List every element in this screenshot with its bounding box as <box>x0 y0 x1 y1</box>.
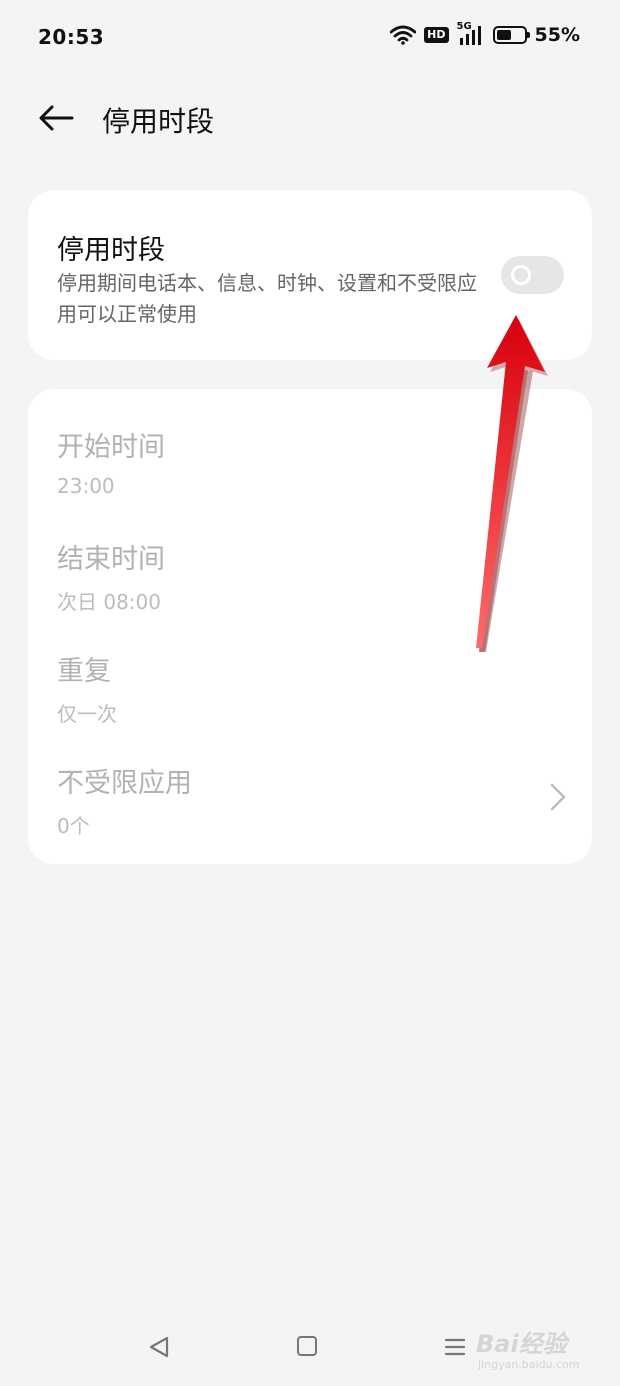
setting-repeat[interactable]: 重复 仅一次 <box>57 649 577 727</box>
setting-label: 重复 <box>57 656 111 687</box>
arrow-left-icon[interactable] <box>36 100 76 136</box>
navigation-bar: Bai经验 jingyan.baidu.com <box>0 1310 620 1386</box>
page-title: 停用时段 <box>102 105 215 138</box>
baidu-watermark-url: jingyan.baidu.com <box>478 1358 580 1371</box>
downtime-toggle-card: 停用时段 停用期间电话本、信息、时钟、设置和不受限应用可以正常使用 <box>28 190 592 360</box>
setting-value: 23:00 <box>57 474 115 498</box>
setting-label: 不受限应用 <box>57 768 192 799</box>
downtime-title: 停用时段 <box>57 235 165 266</box>
setting-label: 结束时间 <box>57 544 165 575</box>
page-header: 停用时段 <box>0 88 620 148</box>
nav-back-icon[interactable] <box>148 1336 170 1358</box>
downtime-description: 停用期间电话本、信息、时钟、设置和不受限应用可以正常使用 <box>57 271 477 326</box>
status-bar: 20:53 HD 5G 55% <box>0 0 620 76</box>
downtime-settings-card: 开始时间 23:00 结束时间 次日 08:00 重复 仅一次 不受限应用 0个 <box>28 389 592 864</box>
signal-5g-icon: 5G <box>457 21 485 46</box>
chevron-right-icon <box>550 783 566 811</box>
battery-icon <box>492 26 530 44</box>
setting-value: 0个 <box>57 814 90 838</box>
setting-value: 仅一次 <box>57 702 117 726</box>
status-time: 20:53 <box>38 25 105 49</box>
setting-label: 开始时间 <box>57 432 165 463</box>
setting-unrestricted-apps[interactable]: 不受限应用 0个 <box>57 761 577 839</box>
setting-end-time[interactable]: 结束时间 次日 08:00 <box>57 537 577 615</box>
wifi-icon <box>390 25 417 45</box>
status-icons: HD 5G 55% <box>390 21 580 46</box>
hd-badge: HD <box>424 27 449 43</box>
downtime-switch[interactable] <box>501 256 564 294</box>
nav-home-icon[interactable] <box>297 1336 317 1356</box>
nav-recents-icon[interactable] <box>444 1336 466 1358</box>
switch-knob <box>511 265 531 285</box>
setting-start-time[interactable]: 开始时间 23:00 <box>57 425 577 498</box>
baidu-watermark: Bai经验 <box>476 1330 567 1358</box>
battery-percent: 55% <box>534 24 580 46</box>
setting-value: 次日 08:00 <box>57 590 161 614</box>
